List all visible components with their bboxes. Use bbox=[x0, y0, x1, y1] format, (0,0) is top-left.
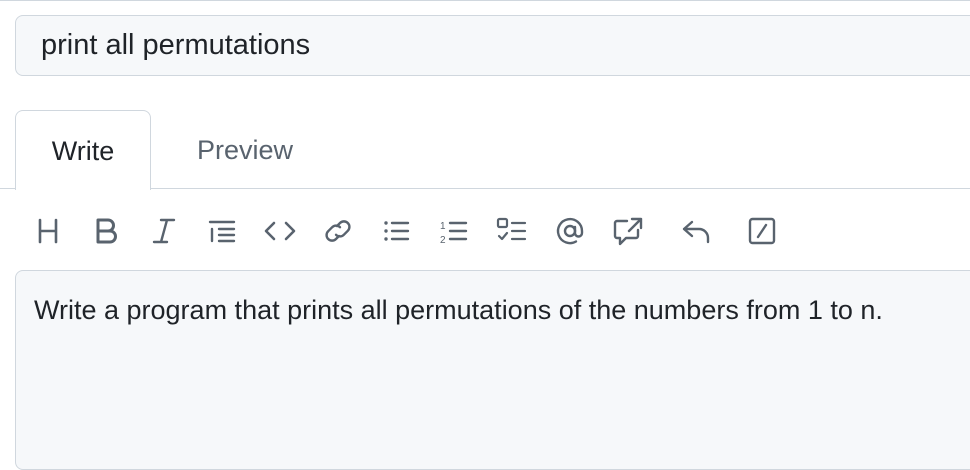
mention-icon[interactable] bbox=[549, 206, 591, 256]
unordered-list-icon[interactable] bbox=[375, 206, 417, 256]
reply-icon[interactable] bbox=[675, 206, 717, 256]
comment-body-text: Write a program that prints all permutat… bbox=[34, 295, 883, 325]
code-icon[interactable] bbox=[259, 206, 301, 256]
link-icon[interactable] bbox=[317, 206, 359, 256]
cross-reference-icon[interactable] bbox=[607, 206, 649, 256]
title-input[interactable]: print all permutations bbox=[15, 15, 970, 76]
top-divider bbox=[0, 0, 970, 1]
ordered-list-icon[interactable]: 1 2 bbox=[433, 206, 475, 256]
tab-preview[interactable]: Preview bbox=[160, 110, 330, 190]
task-list-icon[interactable] bbox=[491, 206, 533, 256]
heading-icon[interactable] bbox=[27, 206, 69, 256]
slash-command-icon[interactable] bbox=[741, 206, 783, 256]
markdown-toolbar: 1 2 bbox=[0, 206, 970, 256]
tab-write[interactable]: Write bbox=[15, 110, 151, 190]
svg-text:2: 2 bbox=[440, 235, 446, 246]
italic-icon[interactable] bbox=[143, 206, 185, 256]
comment-body-textarea[interactable]: Write a program that prints all permutat… bbox=[15, 270, 970, 470]
svg-text:1: 1 bbox=[440, 221, 446, 232]
bold-icon[interactable] bbox=[85, 206, 127, 256]
quote-icon[interactable] bbox=[201, 206, 243, 256]
